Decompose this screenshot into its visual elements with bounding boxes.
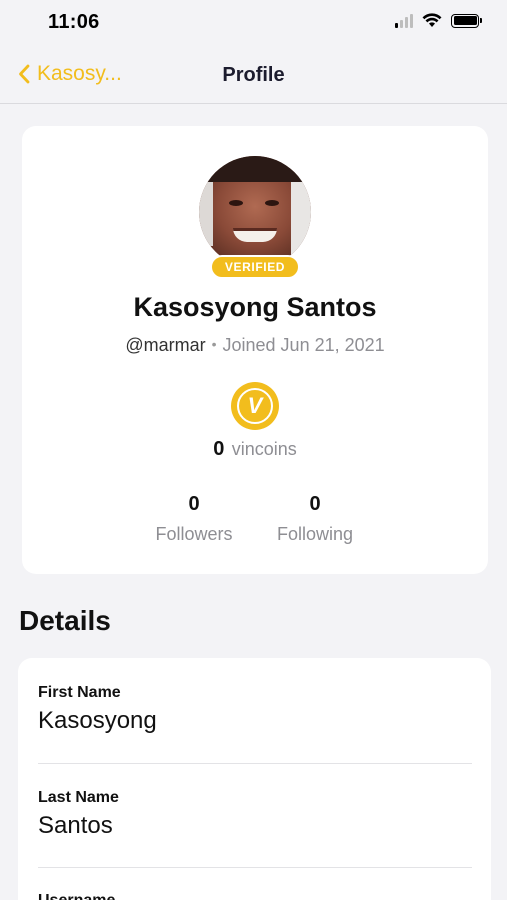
vincoin-icon: V (231, 382, 279, 430)
followers-count: 0 (188, 493, 200, 515)
username-field: Username (38, 892, 472, 900)
field-value: Kasosyong (38, 707, 157, 734)
username-handle: @marmar (125, 335, 206, 355)
field-value: Santos (38, 812, 113, 839)
profile-card: VERIFIED Kasosyong Santos @marmar • Joined… (22, 126, 488, 574)
navigation-bar: Kasosy... Profile (0, 46, 507, 104)
following-label: Following (276, 524, 354, 544)
wifi-icon (422, 13, 442, 27)
field-label: Last Name (38, 789, 119, 806)
details-heading: Details (19, 605, 111, 636)
display-name: Kasosyong Santos (133, 292, 377, 322)
status-icons (395, 13, 482, 28)
page-title: Profile (222, 64, 285, 86)
joined-date: Joined Jun 21, 2021 (222, 335, 385, 355)
vincoin-symbol: V (237, 388, 273, 424)
details-card: First Name Kasosyong Last Name Santos Us… (18, 658, 491, 900)
followers-label: Followers (155, 524, 233, 544)
first-name-field: First Name Kasosyong (38, 684, 472, 735)
battery-icon (451, 13, 482, 28)
status-bar: 11:06 (0, 0, 507, 46)
following-count: 0 (309, 493, 321, 515)
avatar[interactable] (199, 156, 311, 268)
signal-icon (395, 13, 413, 28)
handle-line: @marmar • Joined Jun 21, 2021 (22, 335, 488, 356)
divider (38, 763, 472, 764)
followers-stat[interactable]: 0 Followers (134, 493, 254, 545)
status-time: 11:06 (48, 11, 100, 33)
last-name-field: Last Name Santos (38, 789, 472, 840)
vincoins-balance: 0 vincoins (22, 438, 488, 461)
field-label: Username (38, 892, 472, 900)
separator-dot: • (211, 336, 217, 352)
vincoins-unit: vincoins (231, 439, 297, 459)
following-stat[interactable]: 0 Following (255, 493, 375, 545)
field-label: First Name (38, 684, 121, 701)
verified-badge: VERIFIED (210, 255, 300, 279)
vincoins-value: 0 (213, 438, 225, 460)
divider (38, 867, 472, 868)
